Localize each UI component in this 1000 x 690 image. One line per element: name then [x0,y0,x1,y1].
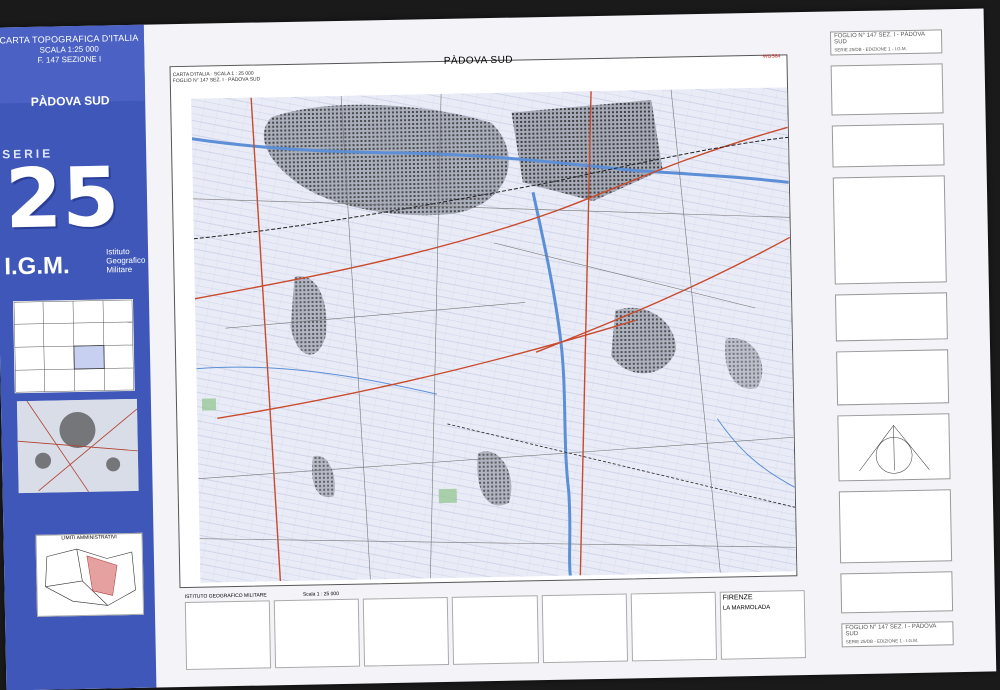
legend-lettering [630,591,717,662]
cover-header: CARTA TOPOGRAFICA D'ITALIA SCALA 1:25 00… [0,24,146,104]
datum-label: WGS84 [762,53,781,60]
city-label-1: FIRENZE [722,594,753,602]
declination-box [835,292,948,342]
right-header-sub: SERIE 25/DB - EDIZIONE 1 - I.G.M. [834,46,907,53]
right-footer-sub: SERIE 25/DB - EDIZIONE 1 - I.G.M. [845,637,919,645]
legend-water [541,593,628,664]
right-header-box: FOGLIO N° 147 SEZ. I - PÀDOVA SUD SERIE … [829,29,943,56]
map-subtitle-small: FOGLIO N° 147 SEZ. I · PÀDOVA SUD [172,76,261,85]
cover-line3: F. 147 SEZIONE I [37,54,102,65]
istituto-label: ISTITUTO GEOGRAFICO MILITARE [184,592,267,601]
map-sheet: CARTA TOPOGRAFICA D'ITALIA SCALA 1:25 00… [0,8,997,690]
grid-reference-box [836,349,950,406]
info-column: FOGLIO N° 147 SEZ. I - PÀDOVA SUD SERIE … [829,29,954,657]
legend-buildings [273,598,361,669]
conventions-box [831,123,945,168]
magnetic-diagram-icon [859,424,930,474]
administrative-limits-box: LIMITI AMMINISTRATIVI [35,532,145,617]
overview-map-thumbnail [16,398,139,494]
sheet-index-grid [12,298,135,394]
legend-panels: FIRENZE LA MARMOLADA [184,590,806,670]
topographic-map [191,87,797,583]
serie-number: 25 [4,150,121,248]
limits-map [45,548,136,606]
legend-vegetation [452,595,539,665]
coordinates-table [832,175,947,285]
abbreviations-box [838,489,953,564]
city-label-2: LA MARMOLADA [722,604,771,612]
cover-title: PÀDOVA SUD [30,93,110,109]
map-frame: PÀDOVA SUD CARTA D'ITALIA · SCALA 1 : 25… [169,53,798,589]
scale-label: Scala 1 : 25 000 [302,591,340,598]
notes-box [830,63,944,116]
map-title: PÀDOVA SUD [443,54,514,67]
igm-sub-3: Militare [106,264,133,275]
overview-map-image [16,398,139,494]
igm-logo: I.G.M. [4,252,70,281]
topo-map-drawing [191,87,797,583]
map-subtitle: CARTA D'ITALIA · SCALA 1 : 25 000 FOGLIO… [172,70,261,85]
right-footer-box: FOGLIO N° 147 SEZ. I - PÀDOVA SUD SERIE … [841,621,954,648]
index-grid-icon [13,299,134,393]
magnetic-diagram-box [837,413,951,482]
legend-typography: FIRENZE LA MARMOLADA [719,590,806,660]
igm-subtitle: Istituto Geografico Militare [106,247,146,275]
igm-sub-2: Geografico [106,255,146,266]
compilation-box [840,571,954,614]
legend-boundaries [363,596,450,667]
legend-roads [184,600,272,670]
